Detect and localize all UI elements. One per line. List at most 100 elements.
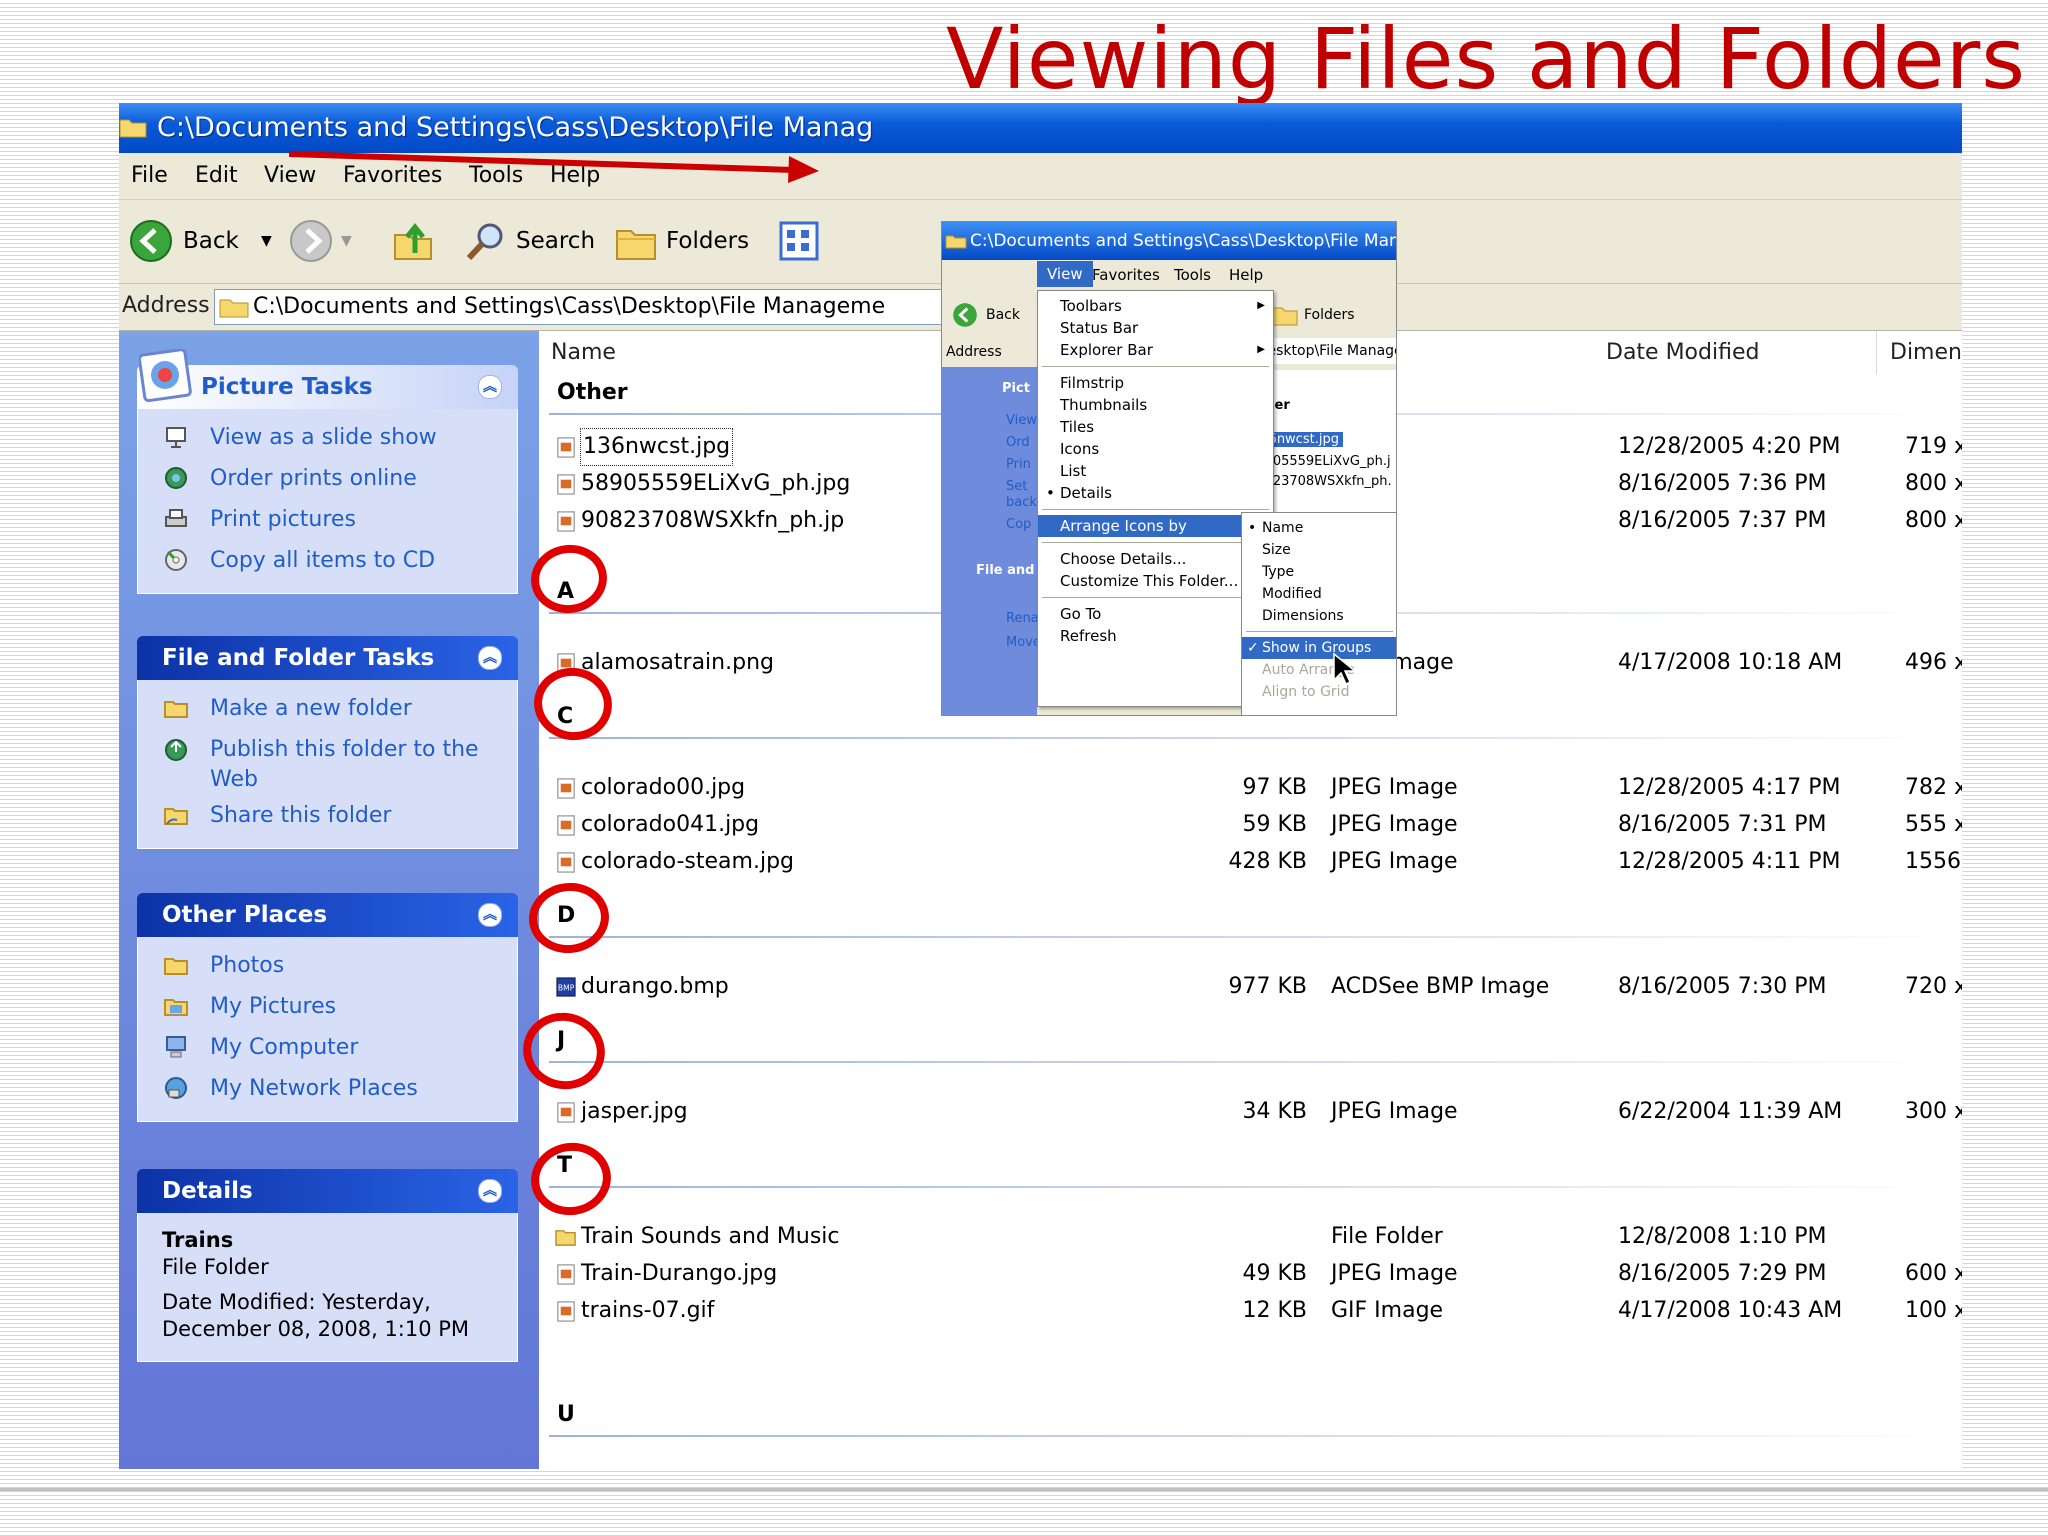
search-icon — [466, 223, 503, 261]
arrange-submenu-item[interactable]: • Name — [1242, 517, 1396, 539]
file-row[interactable]: trains-07.gif 12 KB GIF Image 4/17/2008 10:… — [539, 1293, 1962, 1329]
view-menu-item-label: Tiles — [1060, 418, 1095, 436]
image-file-icon — [557, 815, 575, 836]
back-dropdown-icon[interactable]: ▼ — [261, 216, 272, 266]
file-row[interactable]: colorado041.jpg 59 KB JPEG Image 8/16/2005 … — [539, 807, 1962, 843]
menu-separator — [1042, 542, 1269, 543]
other-places-title: Other Places — [162, 902, 328, 928]
views-icon — [779, 221, 819, 261]
view-menu-item[interactable]: Icons — [1038, 438, 1273, 460]
task-label: Web — [210, 767, 258, 792]
file-row[interactable]: colorado-steam.jpg 428 KB JPEG Image 12/28/… — [539, 844, 1962, 880]
file-type: JPEG Image — [1331, 1099, 1458, 1124]
view-menu-item[interactable]: Refresh — [1038, 625, 1273, 647]
inset-menu-bar: View Favorites Tools Help — [942, 260, 1396, 290]
file-row[interactable]: upoverunder.jpg 102 KB JPEG Image 8/16/2005… — [539, 1468, 1962, 1469]
forward-button[interactable]: ▼ — [289, 216, 369, 266]
inset-menu-view[interactable]: View — [1037, 261, 1093, 287]
view-menu-item[interactable]: Explorer Bar ▶ — [1038, 339, 1273, 361]
group-divider — [549, 936, 1962, 938]
file-row[interactable]: jasper.jpg 34 KB JPEG Image 6/22/2004 11:39… — [539, 1094, 1962, 1130]
file-name: trains-07.gif — [581, 1298, 715, 1323]
picture-tasks-icon — [139, 349, 192, 403]
up-folder-button[interactable] — [391, 216, 441, 266]
arrange-submenu-item[interactable]: Modified — [1242, 583, 1396, 605]
view-menu-item[interactable]: Filmstrip — [1038, 372, 1273, 394]
back-button[interactable]: Back ▼ — [129, 216, 279, 266]
file-row[interactable]: colorado00.jpg 97 KB JPEG Image 12/28/2005 … — [539, 770, 1962, 806]
view-menu-item[interactable]: Toolbars ▶ — [1038, 295, 1273, 317]
column-header-name[interactable]: Name — [539, 331, 947, 374]
file-folder-tasks-header[interactable]: File and Folder Tasks ︽ — [137, 636, 518, 680]
column-header-dimensions[interactable]: Dimensions — [1877, 331, 1962, 374]
inset-address-label: Address — [946, 344, 1002, 360]
task-order-prints[interactable]: Order prints online — [138, 458, 517, 499]
inset-folders-button[interactable]: Folders — [1270, 300, 1396, 330]
inset-menu-favorites[interactable]: Favorites — [1092, 266, 1160, 284]
menu-file[interactable]: File — [131, 163, 168, 188]
other-places-panel: Other Places ︽ Photos My Pictures My Com… — [137, 893, 518, 1122]
file-row[interactable]: Train-Durango.jpg 49 KB JPEG Image 8/16/200… — [539, 1256, 1962, 1292]
place-my-pictures[interactable]: My Pictures — [138, 986, 517, 1027]
folders-button[interactable]: Folders — [614, 216, 749, 266]
arrange-submenu-item[interactable]: Type — [1242, 561, 1396, 583]
inset-side-label: Pict — [1002, 381, 1030, 396]
view-menu-item[interactable]: List — [1038, 460, 1273, 482]
cd-icon — [165, 549, 187, 571]
back-label: Back — [183, 228, 239, 254]
task-label: Copy all items to CD — [210, 548, 436, 573]
file-folder-tasks-panel: File and Folder Tasks ︽ Make a new folde… — [137, 636, 518, 849]
task-publish-folder[interactable]: Publish this folder to the — [138, 735, 517, 765]
task-publish-folder-cont[interactable]: Web — [138, 765, 517, 795]
collapse-chevron-icon[interactable]: ︽ — [478, 646, 502, 670]
task-make-new-folder[interactable]: Make a new folder — [138, 688, 517, 729]
picture-tasks-body: View as a slide show Order prints online… — [137, 409, 518, 594]
file-name: upoverunder.jpg — [581, 1468, 761, 1469]
view-menu-item[interactable]: Go To▶ — [1038, 603, 1273, 625]
place-my-computer[interactable]: My Computer — [138, 1027, 517, 1068]
slide-footer-line — [0, 1488, 2048, 1491]
collapse-chevron-icon[interactable]: ︽ — [478, 903, 502, 927]
forward-dropdown-icon[interactable]: ▼ — [341, 216, 352, 266]
view-menu-item-label: List — [1060, 462, 1087, 480]
file-date-modified: 8/16/2005 7:54 PM — [1618, 1468, 1826, 1469]
address-input[interactable]: C:\Documents and Settings\Cass\Desktop\F… — [214, 289, 946, 325]
search-button[interactable]: Search — [464, 216, 595, 266]
arrange-submenu-item[interactable]: Size — [1242, 539, 1396, 561]
picture-tasks-header[interactable]: Picture Tasks ︽ — [137, 349, 518, 409]
view-menu-item[interactable]: • Details — [1038, 482, 1273, 504]
file-name: 58905559ELiXvG_ph.jpg — [581, 471, 851, 496]
view-menu-item[interactable]: Arrange Icons by▶ — [1038, 515, 1273, 537]
task-copy-to-cd[interactable]: Copy all items to CD — [138, 540, 517, 581]
column-header-date[interactable]: Date Modified — [1594, 331, 1877, 374]
file-dimensions: 720 x 463 — [1905, 974, 1962, 999]
file-row[interactable]: BMP durango.bmp 977 KB ACDSee BMP Image 8/16… — [539, 969, 1962, 1005]
place-photos[interactable]: Photos — [138, 945, 517, 986]
details-name: Trains — [162, 1228, 234, 1252]
submenu-arrow-icon: ▶ — [1257, 344, 1265, 355]
details-header[interactable]: Details ︽ — [137, 1169, 518, 1213]
menu-edit[interactable]: Edit — [195, 163, 238, 188]
collapse-chevron-icon[interactable]: ︽ — [478, 1179, 502, 1203]
task-print-pictures[interactable]: Print pictures — [138, 499, 517, 540]
place-my-network-places[interactable]: My Network Places — [138, 1068, 517, 1109]
inset-menu-help[interactable]: Help — [1229, 266, 1263, 284]
view-menu-item[interactable]: Thumbnails — [1038, 394, 1273, 416]
inset-menu-tools[interactable]: Tools — [1174, 266, 1211, 284]
view-menu-item[interactable]: Status Bar — [1038, 317, 1273, 339]
task-share-folder[interactable]: Share this folder — [138, 795, 517, 836]
other-places-header[interactable]: Other Places ︽ — [137, 893, 518, 937]
arrange-submenu-item[interactable]: ✓ Show in Groups — [1242, 637, 1396, 659]
arrange-submenu-item-label: Dimensions — [1262, 608, 1344, 624]
view-menu-item[interactable]: Customize This Folder... — [1038, 570, 1273, 592]
arrange-submenu-item[interactable]: Dimensions — [1242, 605, 1396, 627]
views-button[interactable] — [779, 216, 823, 266]
view-menu-item[interactable]: Tiles — [1038, 416, 1273, 438]
picture-tasks-title: Picture Tasks — [201, 374, 373, 400]
view-menu-item-label: Toolbars — [1060, 297, 1122, 315]
group-divider — [549, 1061, 1962, 1063]
collapse-chevron-icon[interactable]: ︽ — [478, 375, 502, 399]
view-menu-item[interactable]: Choose Details... — [1038, 548, 1273, 570]
file-row[interactable]: Train Sounds and Music File Folder 12/8/20… — [539, 1219, 1962, 1255]
task-view-slide-show[interactable]: View as a slide show — [138, 417, 517, 458]
